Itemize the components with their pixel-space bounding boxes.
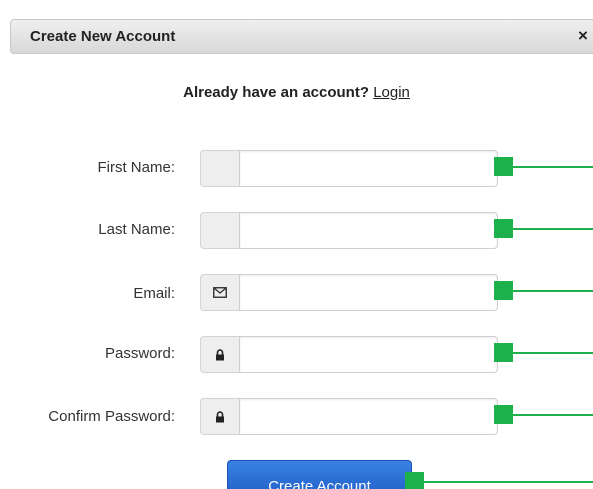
annotation-marker [494, 219, 513, 238]
lock-icon [215, 410, 225, 423]
annotation-line [513, 166, 593, 168]
annotation-line [513, 414, 593, 416]
login-prompt-line: Already have an account? Login [0, 84, 593, 101]
password-label: Password: [104, 345, 175, 362]
annotation-marker [494, 343, 513, 362]
create-account-dialog: Create New Account × Already have an acc… [0, 0, 593, 489]
confirm-password-label: Confirm Password: [48, 408, 175, 425]
first-name-addon [200, 150, 239, 187]
confirm-password-input[interactable] [239, 398, 498, 435]
annotation-line [513, 228, 593, 230]
lock-icon [215, 348, 225, 361]
annotation-marker [405, 472, 424, 489]
first-name-input[interactable] [239, 150, 498, 187]
last-name-addon [200, 212, 239, 249]
email-addon [200, 274, 239, 311]
create-account-button[interactable]: Create Account [227, 460, 412, 489]
email-input[interactable] [239, 274, 498, 311]
annotation-marker [494, 405, 513, 424]
annotation-line [513, 290, 593, 292]
annotation-marker [494, 281, 513, 300]
last-name-label: Last Name: [98, 221, 175, 238]
envelope-icon [213, 287, 227, 298]
annotation-line [513, 352, 593, 354]
last-name-input[interactable] [239, 212, 498, 249]
password-addon [200, 336, 239, 373]
email-label: Email: [133, 285, 175, 302]
annotation-line [424, 481, 593, 483]
annotation-marker [494, 157, 513, 176]
login-prompt: Already have an account? [183, 84, 370, 101]
first-name-label: First Name: [97, 159, 175, 176]
login-link[interactable]: Login [373, 84, 410, 101]
dialog-titlebar: Create New Account × [10, 19, 593, 54]
dialog-title: Create New Account [30, 28, 176, 45]
password-input[interactable] [239, 336, 498, 373]
close-icon[interactable]: × [578, 26, 588, 46]
confirm-password-addon [200, 398, 239, 435]
